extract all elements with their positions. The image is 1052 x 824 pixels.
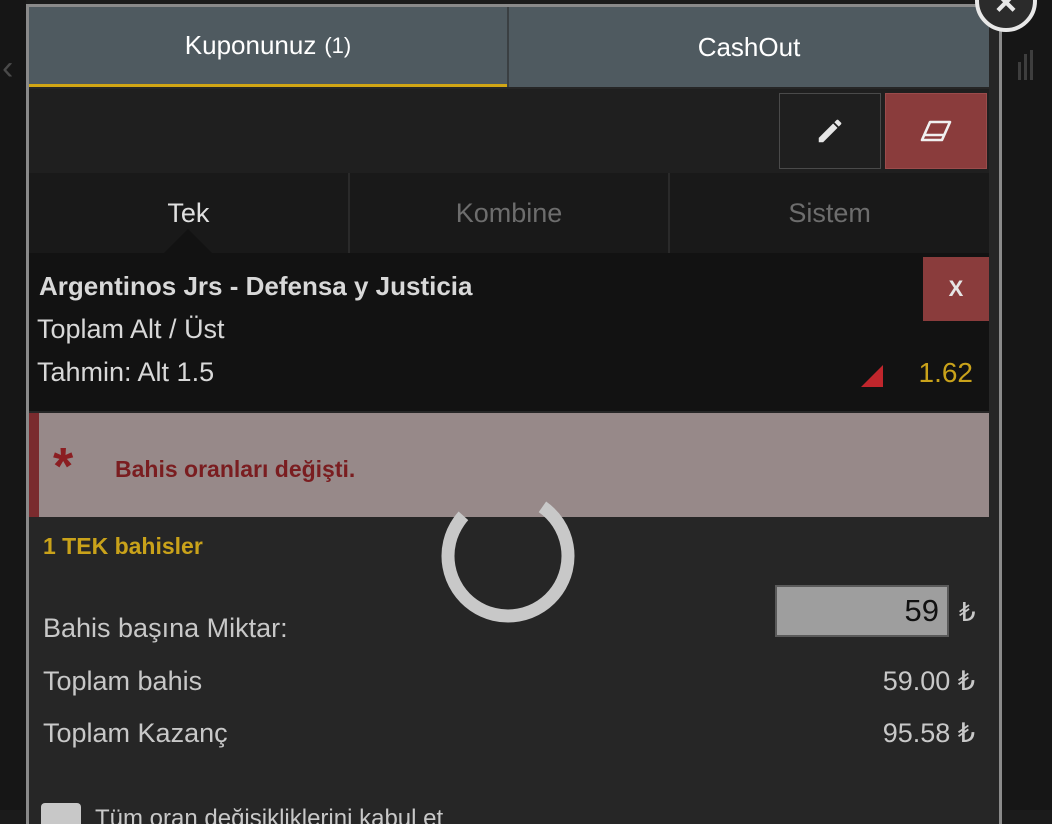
alert-message: Bahis oranları değişti.: [115, 456, 356, 482]
bet-selection: Argentinos Jrs - Defensa y Justicia Topl…: [29, 253, 989, 411]
tab-coupon-count: (1): [324, 32, 352, 58]
tab-single-label: Tek: [167, 197, 210, 228]
accept-changes-checkbox[interactable]: [41, 803, 81, 824]
tab-combination-label: Kombine: [455, 197, 563, 228]
tab-system-label: Sistem: [788, 197, 871, 228]
betslip-tabs: Kuponunuz (1) CashOut: [29, 7, 989, 87]
clear-betslip-button[interactable]: [885, 93, 987, 169]
pencil-icon: [818, 119, 842, 143]
tab-combination[interactable]: Kombine: [347, 173, 669, 253]
total-stake-value: 59.00 ₺: [882, 666, 975, 696]
total-stake-label: Toplam bahis: [43, 666, 203, 696]
stake-currency: ₺: [959, 597, 976, 627]
tab-cashout[interactable]: CashOut: [507, 7, 989, 87]
close-icon: ×: [975, 0, 1037, 32]
eraser-icon: [920, 120, 952, 142]
tab-cashout-label: CashOut: [697, 31, 801, 62]
signal-icon: [1018, 50, 1033, 80]
bet-type-tabs: Tek Kombine Sistem: [29, 173, 989, 253]
backdrop-right: [994, 0, 1052, 810]
accept-changes-label: Tüm oran değişikliklerini kabul et: [95, 805, 444, 824]
tab-system[interactable]: Sistem: [668, 173, 989, 253]
prediction: Tahmin: Alt 1.5: [37, 357, 215, 387]
match-name: Argentinos Jrs - Defensa y Justicia: [39, 271, 473, 301]
betslip-toolbar: [29, 89, 989, 173]
close-button[interactable]: ×: [968, 0, 1044, 32]
stake-label: Bahis başına Miktar:: [43, 613, 288, 643]
betslip-modal: Kuponunuz (1) CashOut Tek Kombine Sistem…: [26, 4, 1002, 824]
active-tab-indicator: [164, 229, 213, 253]
tab-single[interactable]: Tek: [29, 173, 348, 253]
odds-down-icon: [861, 365, 883, 387]
remove-selection-button[interactable]: X: [923, 257, 989, 321]
edit-button[interactable]: [779, 93, 881, 169]
tab-coupon-label: Kuponunuz: [184, 30, 317, 60]
total-win-value: 95.58 ₺: [882, 718, 975, 748]
chevron-left-icon: ‹: [2, 49, 14, 87]
backdrop-left: ‹: [0, 0, 26, 810]
odds-value: 1.62: [918, 357, 974, 388]
stake-input[interactable]: [775, 585, 949, 637]
tab-coupon[interactable]: Kuponunuz (1): [29, 7, 507, 87]
single-bets-count: 1 TEK bahisler: [43, 533, 203, 559]
total-win-label: Toplam Kazanç: [43, 718, 228, 748]
market-name: Toplam Alt / Üst: [37, 314, 225, 344]
asterisk-icon: *: [53, 438, 74, 496]
loading-spinner-icon: [441, 489, 575, 623]
